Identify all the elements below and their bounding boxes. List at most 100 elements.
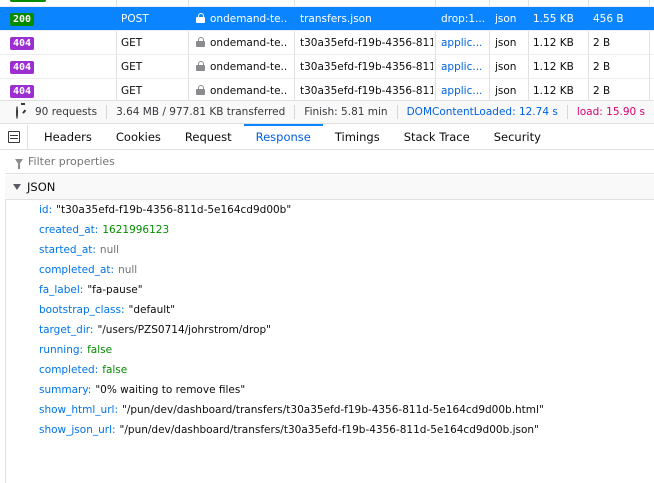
json-property-row[interactable]: started_at: null (39, 240, 119, 260)
property-value: "fa-pause" (87, 284, 143, 296)
request-table: 200 POST ondemand-te... transfers.json drop:… (0, 0, 654, 100)
network-summary-bar: 90 requests 3.64 MB / 977.81 KB transfer… (0, 100, 654, 124)
type-cell: json (495, 37, 517, 49)
initiator-cell: applic... (441, 61, 483, 73)
domain-cell: ondemand-te... (196, 55, 288, 79)
domain-cell: ondemand-te... (196, 7, 288, 31)
property-key: completed: (39, 364, 99, 376)
initiator-cell: applic... (441, 37, 483, 49)
property-key: completed_at: (39, 264, 115, 276)
json-property-row[interactable]: target_dir: "/users/PZS0714/johrstrom/dro… (39, 320, 271, 340)
type-cell: json (495, 61, 517, 73)
domain-text: ondemand-te... (210, 85, 288, 97)
file-cell: t30a35efd-f19b-4356-811d-5e (300, 37, 433, 49)
file-cell: t30a35efd-f19b-4356-811d-5e (300, 61, 433, 73)
table-row[interactable]: 404 GET ondemand-te... t30a35efd-f19b-4356-… (0, 55, 654, 79)
status-badge: 404 (10, 85, 35, 98)
json-property-row[interactable]: bootstrap_class: "default" (39, 300, 175, 320)
type-cell: json (495, 13, 517, 25)
stopwatch-icon[interactable] (16, 102, 25, 119)
transferred-cell: 1.55 KB (533, 13, 574, 25)
domain-cell: ondemand-te... (196, 79, 288, 100)
filter-icon (15, 158, 23, 169)
table-row-partial[interactable] (0, 0, 654, 7)
transferred-cell: 1.12 KB (533, 85, 574, 97)
property-value: "/pun/dev/dashboard/transfers/t30a35efd-… (121, 404, 544, 416)
lock-icon (196, 37, 205, 47)
size-cell: 2 B (593, 85, 611, 97)
json-property-row[interactable]: show_json_url: "/pun/dev/dashboard/transf… (39, 420, 539, 440)
property-key: show_json_url: (39, 424, 116, 436)
json-property-row[interactable]: created_at: 1621996123 (39, 220, 169, 240)
property-key: target_dir: (39, 324, 94, 336)
panel-icon (7, 131, 20, 143)
table-row[interactable]: 404 GET ondemand-te... t30a35efd-f19b-4356-… (0, 31, 654, 55)
tab-response[interactable]: Response (243, 124, 324, 149)
transferred-cell: 1.12 KB (533, 61, 574, 73)
property-value: null (99, 244, 120, 256)
status-cell: 404 (10, 55, 35, 79)
tab-security[interactable]: Security (482, 125, 553, 149)
transferred-cell: 1.12 KB (533, 37, 574, 49)
property-key: id: (39, 204, 53, 216)
property-value: false (87, 344, 113, 356)
json-property-row[interactable]: completed: false (39, 360, 127, 380)
file-cell: t30a35efd-f19b-4356-811d-5e (300, 85, 433, 97)
domain-text: ondemand-te... (210, 13, 288, 25)
initiator-cell: drop:1... (441, 13, 485, 25)
property-key: summary: (39, 384, 92, 396)
file-cell: transfers.json (300, 13, 372, 25)
method-cell: POST (121, 13, 149, 25)
table-row[interactable]: 200 POST ondemand-te... transfers.json drop:… (0, 7, 654, 31)
status-badge: 404 (10, 61, 35, 74)
filter-properties-input[interactable] (28, 155, 228, 168)
initiator-cell: applic... (441, 85, 483, 97)
json-property-row[interactable]: fa_label: "fa-pause" (39, 280, 143, 300)
json-property-row[interactable]: running: false (39, 340, 112, 360)
json-viewer: id: "t30a35efd-f19b-4356-811d-5e164cd9d00… (5, 200, 654, 483)
property-key: fa_label: (39, 284, 84, 296)
transfer-size: 3.64 MB / 977.81 KB transferred (107, 105, 296, 119)
property-value: "/users/PZS0714/johrstrom/drop" (97, 324, 272, 336)
method-cell: GET (121, 37, 143, 49)
status-badge: 404 (10, 37, 35, 50)
load-time: load: 15.90 s (576, 106, 646, 118)
method-cell: GET (121, 61, 143, 73)
request-count: 90 requests (26, 105, 108, 119)
json-property-row[interactable]: show_html_url: "/pun/dev/dashboard/transf… (39, 400, 544, 420)
size-cell: 2 B (593, 61, 611, 73)
tab-timings[interactable]: Timings (323, 125, 392, 149)
tab-cookies[interactable]: Cookies (104, 125, 173, 149)
json-property-row[interactable]: completed_at: null (39, 260, 137, 280)
status-badge (10, 0, 47, 2)
tab-request[interactable]: Request (173, 125, 244, 149)
lock-icon (196, 13, 205, 23)
table-row[interactable]: 404 GET ondemand-te... t30a35efd-f19b-4356-… (0, 79, 654, 100)
tab-headers[interactable]: Headers (32, 125, 104, 149)
domain-text: ondemand-te... (210, 61, 288, 73)
property-value: "0% waiting to remove files" (95, 384, 246, 396)
property-key: started_at: (39, 244, 96, 256)
json-section-label: JSON (27, 180, 56, 194)
property-value: "t30a35efd-f19b-4356-811d-5e164cd9d00b" (56, 204, 292, 216)
type-cell: json (495, 85, 517, 97)
property-key: running: (39, 344, 84, 356)
domain-cell: ondemand-te... (196, 31, 288, 55)
method-cell: GET (121, 85, 143, 97)
finish-time: Finish: 5.81 min (295, 105, 398, 119)
json-property-row[interactable]: id: "t30a35efd-f19b-4356-811d-5e164cd9d00… (39, 200, 291, 220)
property-key: bootstrap_class: (39, 304, 125, 316)
tab-stack-trace[interactable]: Stack Trace (392, 125, 482, 149)
property-value: "default" (128, 304, 176, 316)
domain-text: ondemand-te... (210, 37, 288, 49)
status-cell: 404 (10, 79, 35, 100)
status-cell: 404 (10, 31, 35, 55)
json-property-row[interactable]: summary: "0% waiting to remove files" (39, 380, 245, 400)
lock-icon (196, 61, 205, 71)
toggle-panel-button[interactable] (0, 125, 28, 149)
expand-triangle-icon[interactable] (13, 184, 21, 190)
json-section-header[interactable]: JSON (5, 175, 654, 200)
filter-bar (5, 150, 654, 174)
property-value: 1621996123 (102, 224, 170, 236)
domcontentloaded-time: DOMContentLoaded: 12.74 s (398, 105, 568, 119)
